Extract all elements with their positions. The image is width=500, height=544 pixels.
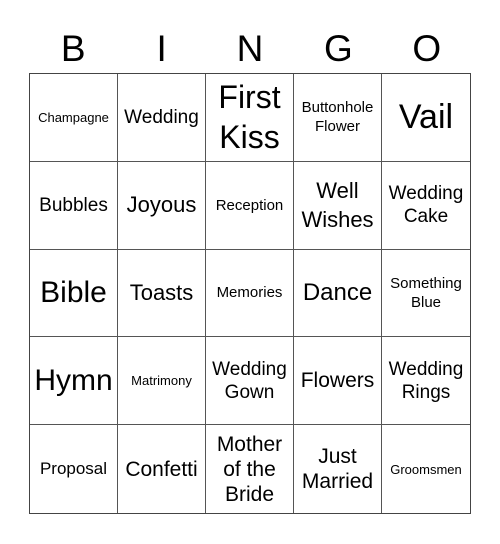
header-letter-n: N bbox=[236, 28, 264, 69]
cell-text: Wedding bbox=[124, 106, 199, 128]
header-letter-i: I bbox=[156, 28, 167, 69]
bingo-cell[interactable]: Toasts bbox=[118, 249, 206, 338]
bingo-cell[interactable]: Flowers bbox=[294, 337, 382, 426]
cell-text: Vail bbox=[398, 98, 454, 137]
header-letter-b: B bbox=[60, 28, 86, 69]
bingo-cell[interactable]: Well Wishes bbox=[294, 161, 382, 250]
cell-text: Just Married bbox=[301, 445, 374, 494]
cell-text: Groomsmen bbox=[390, 461, 462, 477]
cell-text: Champagne bbox=[38, 109, 109, 125]
cell-text: Buttonhole Flower bbox=[301, 99, 374, 136]
bingo-cell[interactable]: Buttonhole Flower bbox=[294, 74, 382, 162]
bingo-cell[interactable]: Proposal bbox=[30, 425, 118, 513]
cell-text: First Kiss bbox=[218, 79, 281, 156]
cell-text: Dance bbox=[302, 279, 373, 307]
bingo-cell[interactable]: Wedding Rings bbox=[382, 337, 470, 426]
header-letter-o: O bbox=[412, 28, 442, 69]
cell-text: Wedding Rings bbox=[388, 358, 464, 403]
bingo-cell[interactable]: Champagne bbox=[30, 74, 118, 162]
cell-text: Bubbles bbox=[39, 194, 108, 216]
cell-text: Something Blue bbox=[390, 274, 462, 311]
cell-text: Bible bbox=[40, 275, 107, 309]
cell-text: Memories bbox=[216, 284, 283, 302]
bingo-cell[interactable]: Something Blue bbox=[382, 250, 470, 338]
bingo-cell[interactable]: Bible bbox=[30, 249, 118, 338]
cell-text: Joyous bbox=[126, 192, 197, 218]
bingo-cell[interactable]: Wedding Cake bbox=[382, 162, 470, 250]
bingo-cell[interactable]: Wedding Gown bbox=[206, 337, 294, 426]
cell-text: Wedding Gown bbox=[212, 358, 287, 403]
cell-text: Well Wishes bbox=[301, 178, 374, 233]
cell-text: Proposal bbox=[39, 459, 108, 479]
cell-text: Confetti bbox=[125, 457, 198, 481]
cell-text: Wedding Cake bbox=[388, 183, 464, 228]
bingo-cell[interactable]: Hymn bbox=[30, 337, 118, 426]
bingo-cell[interactable]: Reception bbox=[206, 161, 294, 250]
bingo-cell[interactable]: Confetti bbox=[118, 425, 206, 513]
bingo-cell[interactable]: Groomsmen bbox=[382, 425, 470, 513]
cell-text: Toasts bbox=[129, 279, 194, 305]
cell-text: Reception bbox=[215, 196, 284, 214]
bingo-cell[interactable]: Vail bbox=[382, 74, 470, 162]
bingo-header: B I N G O bbox=[29, 26, 471, 72]
header-letter-g: G bbox=[323, 28, 353, 69]
bingo-cell[interactable]: Wedding bbox=[118, 74, 206, 162]
cell-text: Hymn bbox=[34, 363, 113, 397]
bingo-cell[interactable]: Bubbles bbox=[30, 161, 118, 250]
bingo-cell[interactable]: Dance bbox=[294, 249, 382, 338]
bingo-cell[interactable]: Just Married bbox=[294, 425, 382, 513]
cell-text: Matrimony bbox=[131, 373, 192, 389]
cell-text: Flowers bbox=[300, 369, 375, 393]
bingo-cell[interactable]: Mother of the Bride bbox=[206, 425, 294, 513]
bingo-cell[interactable]: Matrimony bbox=[118, 337, 206, 426]
bingo-grid: Champagne Wedding First Kiss Buttonhole … bbox=[29, 73, 471, 514]
cell-text: Mother of the Bride bbox=[216, 432, 283, 506]
bingo-cell[interactable]: First Kiss bbox=[206, 74, 294, 162]
bingo-cell[interactable]: Memories bbox=[206, 249, 294, 338]
bingo-cell[interactable]: Joyous bbox=[118, 161, 206, 250]
